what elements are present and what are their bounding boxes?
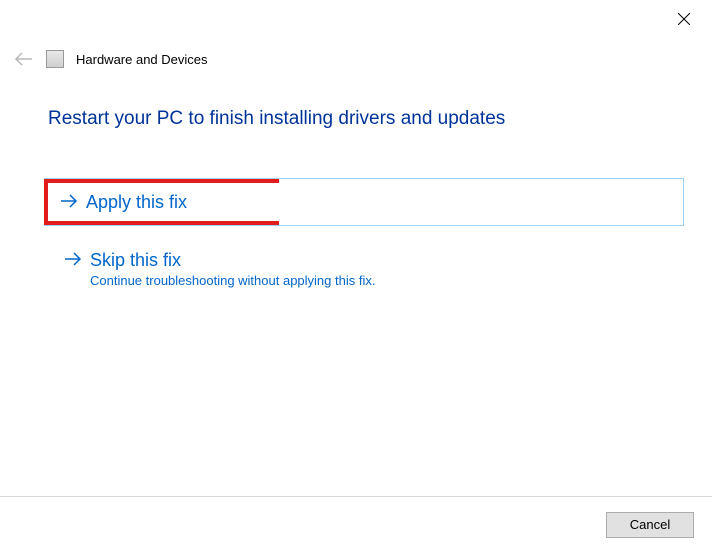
option-apply-label: Apply this fix — [86, 192, 187, 213]
arrow-right-icon — [64, 250, 82, 271]
cancel-button-label: Cancel — [630, 517, 670, 532]
option-skip-subtitle: Continue troubleshooting without applyin… — [90, 273, 375, 288]
page-title: Hardware and Devices — [76, 52, 208, 67]
footer: Cancel — [0, 496, 712, 552]
titlebar — [0, 0, 712, 38]
troubleshooter-icon — [46, 50, 64, 68]
option-skip-fix[interactable]: Skip this fix Continue troubleshooting w… — [48, 240, 684, 298]
arrow-right-icon — [60, 192, 78, 213]
close-button[interactable] — [672, 7, 696, 31]
back-button[interactable] — [14, 52, 34, 66]
highlight-box: Apply this fix — [44, 179, 279, 225]
option-apply-fix[interactable]: Apply this fix — [44, 178, 684, 226]
close-icon — [678, 13, 690, 25]
option-skip-label: Skip this fix — [90, 250, 375, 271]
header: Hardware and Devices — [14, 50, 208, 68]
cancel-button[interactable]: Cancel — [606, 512, 694, 538]
content: Restart your PC to finish installing dri… — [48, 108, 684, 312]
arrow-left-icon — [14, 52, 34, 66]
main-heading: Restart your PC to finish installing dri… — [48, 108, 684, 130]
